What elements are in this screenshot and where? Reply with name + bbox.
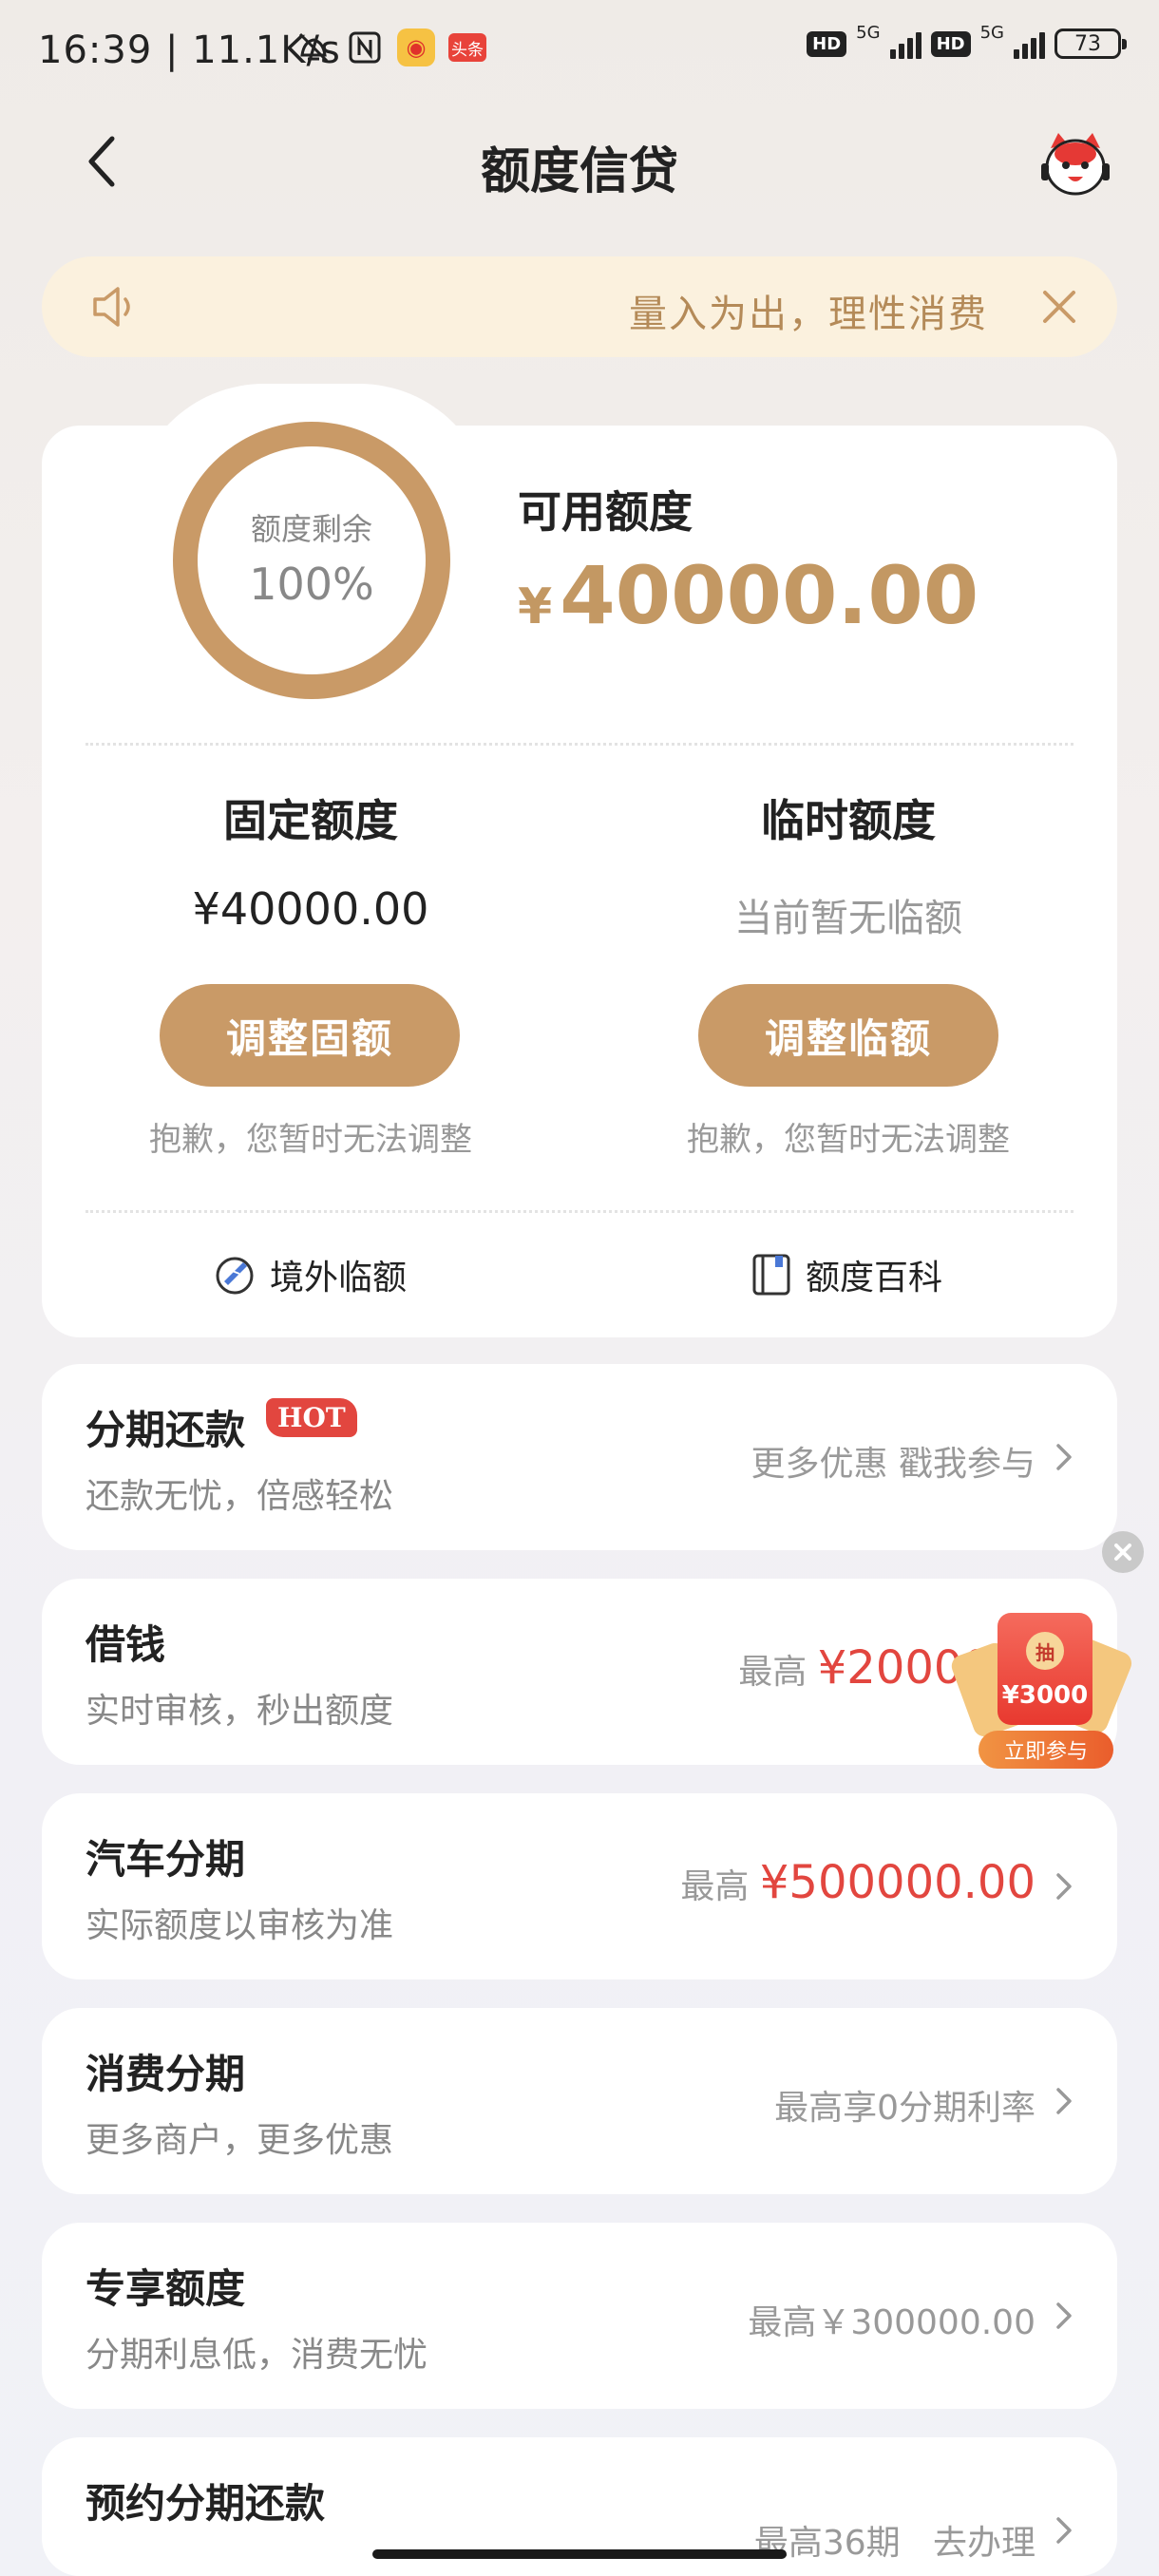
network-type-1: 5G <box>856 22 881 43</box>
home-indicator[interactable] <box>372 2549 787 2559</box>
notice-close-button[interactable] <box>1037 285 1081 329</box>
temp-quota-value: 当前暂无临额 <box>734 897 962 940</box>
hot-badge: HOT <box>266 1398 357 1437</box>
chevron-right-icon <box>1056 2302 1072 2329</box>
overseas-temp-quota-link[interactable]: 境外临额 <box>213 1250 407 1299</box>
row-subtitle: 还款无忧，倍感轻松 <box>86 1477 394 1516</box>
row-right-text: 最高36期 去办理 <box>753 2524 1036 2563</box>
row-right-text: 更多优惠 戳我参与 <box>750 1445 1036 1484</box>
promo-coin: 抽 <box>1026 1632 1064 1670</box>
promo-amount: ¥3000 <box>1001 1681 1089 1710</box>
alarm-off-icon <box>294 28 332 66</box>
quota-wiki-link[interactable]: 额度百科 <box>750 1250 942 1299</box>
customer-service-mascot-icon[interactable] <box>1037 129 1113 201</box>
row-subtitle: 更多商户，更多优惠 <box>86 2121 394 2160</box>
ring-percent: 100% <box>249 559 374 610</box>
chevron-right-icon <box>1056 2088 1072 2114</box>
plane-globe-icon <box>216 1257 254 1295</box>
notice-text: 量入为出，理性消费 <box>629 293 988 336</box>
ring-label: 额度剩余 <box>250 511 372 547</box>
overseas-temp-quota-label: 境外临额 <box>270 1259 408 1297</box>
book-icon <box>752 1254 790 1296</box>
adjust-temp-quota-button[interactable]: 调整临额 <box>698 984 998 1087</box>
network-type-2: 5G <box>979 22 1004 43</box>
row-title: 借钱 <box>86 1621 166 1668</box>
close-icon <box>1043 291 1075 323</box>
fixed-quota-title: 固定额度 <box>223 795 398 846</box>
speaker-icon <box>89 283 139 331</box>
status-system-icons: HD 5G HD 5G 73 <box>807 23 1127 59</box>
close-icon <box>1114 1544 1131 1561</box>
fixed-quota-note: 抱歉，您暂时无法调整 <box>149 1121 472 1159</box>
row-title: 专享额度 <box>86 2265 246 2312</box>
nfc-icon <box>346 28 384 66</box>
available-quota-label: 可用额度 <box>518 486 693 538</box>
signal-icon-1 <box>889 28 922 59</box>
toutiao-icon: 头条 <box>448 28 486 66</box>
row-amount: ¥500000.00 <box>759 1856 1036 1909</box>
quota-wiki-label: 额度百科 <box>806 1259 943 1297</box>
adjust-fixed-quota-button[interactable]: 调整固额 <box>160 984 460 1087</box>
temp-quota-title: 临时额度 <box>761 795 936 846</box>
battery-icon: 73 <box>1054 28 1127 59</box>
row-right-text: 最高享0分期利率 <box>774 2089 1036 2128</box>
row-title: 消费分期 <box>86 2051 246 2097</box>
temp-quota-note: 抱歉，您暂时无法调整 <box>687 1121 1010 1159</box>
row-subtitle: 分期利息低，消费无忧 <box>86 2336 428 2375</box>
notice-banner: 量入为出，理性消费 <box>42 256 1117 357</box>
promo-join-button[interactable]: 立即参与 <box>978 1731 1113 1769</box>
chevron-right-icon <box>1056 1444 1072 1470</box>
hd-badge-2: HD <box>930 30 971 57</box>
divider <box>86 1210 1074 1213</box>
row-subtitle: 实时审核，秒出额度 <box>86 1692 394 1731</box>
available-quota-value: ¥40000.00 <box>518 549 979 642</box>
row-title: 分期还款 <box>86 1407 246 1453</box>
divider <box>86 743 1074 746</box>
promo-close-button[interactable] <box>1102 1531 1144 1573</box>
chevron-right-icon <box>1056 1873 1072 1900</box>
status-notification-icons: ◉ 头条 <box>294 28 486 66</box>
row-subtitle: 实际额度以审核为准 <box>86 1906 394 1945</box>
chevron-right-icon <box>1056 2517 1072 2544</box>
row-right-text: 最高￥300000.00 <box>748 2303 1036 2342</box>
signal-icon-2 <box>1014 28 1045 59</box>
row-right-text: 最高 ¥500000.00 <box>680 1856 1036 1909</box>
row-title: 预约分期还款 <box>86 2480 326 2527</box>
fixed-quota-value: ¥40000.00 <box>192 883 429 935</box>
weibo-icon: ◉ <box>397 28 435 66</box>
page-title: 额度信贷 <box>480 143 678 200</box>
hd-badge-1: HD <box>807 30 847 57</box>
row-title: 汽车分期 <box>86 1836 246 1883</box>
